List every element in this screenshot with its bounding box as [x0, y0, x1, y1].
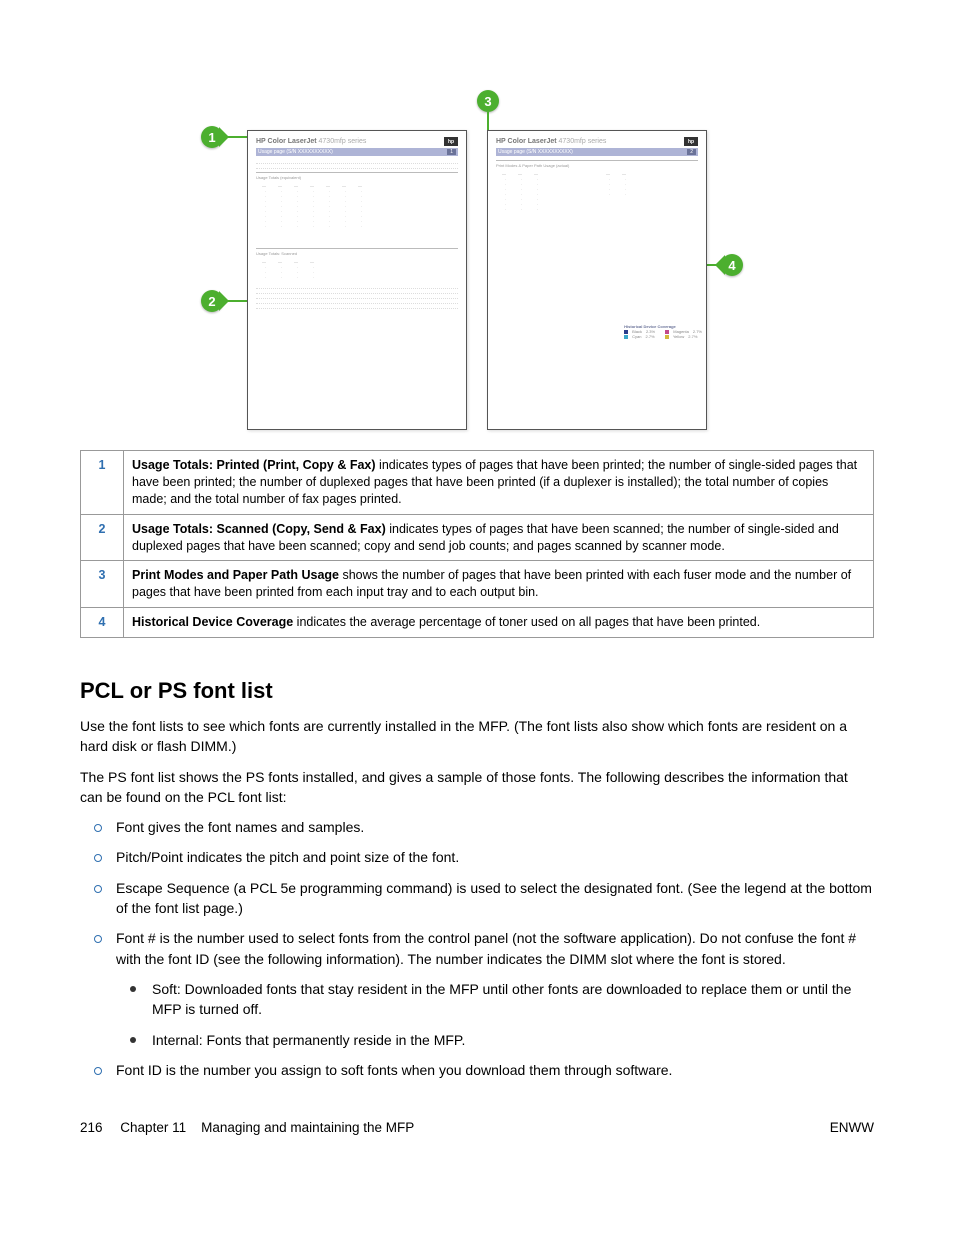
callout-4-label: 4	[728, 258, 735, 273]
ref-desc: Historical Device Coverage indicates the…	[124, 608, 874, 638]
ref-desc: Usage Totals: Scanned (Copy, Send & Fax)…	[124, 514, 874, 561]
sheet-model: 4730mfp series	[559, 138, 607, 145]
section-heading-pcl-ps-font-list: PCL or PS font list	[80, 678, 874, 704]
callout-3-label: 3	[484, 94, 491, 109]
callout-2-label: 2	[208, 294, 215, 309]
body-paragraph: Use the font lists to see which fonts ar…	[80, 716, 874, 757]
callout-1: 1	[201, 126, 223, 148]
footer-chapter: Chapter 11	[120, 1120, 186, 1135]
ref-num: 3	[81, 561, 124, 608]
sheet-page-number: 1	[447, 149, 456, 155]
sheet-section-print-modes: Print Modes & Paper Path Usage (actual)	[496, 160, 698, 168]
list-item: Internal: Fonts that permanently reside …	[116, 1030, 874, 1050]
list-item: Font # is the number used to select font…	[80, 928, 874, 1049]
list-item: Escape Sequence (a PCL 5e programming co…	[80, 878, 874, 919]
page-footer: 216 Chapter 11 Managing and maintaining …	[80, 1120, 874, 1135]
ref-num: 2	[81, 514, 124, 561]
sub-bullets: Soft: Downloaded fonts that stay residen…	[116, 979, 874, 1050]
usage-sheet-1: HP Color LaserJet 4730mfp series hp Usag…	[247, 130, 467, 430]
usage-page-figure: 3 1 2 4 HP Color LaserJet 4730mfp series…	[187, 90, 767, 440]
hp-logo-icon: hp	[684, 137, 698, 146]
table-row: 4 Historical Device Coverage indicates t…	[81, 608, 874, 638]
list-item: Pitch/Point indicates the pitch and poin…	[80, 847, 874, 867]
footer-chapter-title: Managing and maintaining the MFP	[201, 1120, 414, 1135]
sheet-page-number: 2	[687, 149, 696, 155]
sheet-bar-title: Usage page (S/N XXXXXXXXXX)	[498, 149, 573, 155]
sheet-model: 4730mfp series	[319, 138, 367, 145]
callout-1-label: 1	[208, 130, 215, 145]
list-item-text: Font # is the number used to select font…	[116, 930, 856, 966]
ref-desc: Usage Totals: Printed (Print, Copy & Fax…	[124, 451, 874, 515]
sheet-product-name: HP Color LaserJet	[256, 138, 317, 145]
callout-2: 2	[201, 290, 223, 312]
ref-desc: Print Modes and Paper Path Usage shows t…	[124, 561, 874, 608]
hp-logo-icon: hp	[444, 137, 458, 146]
sheet-product-name: HP Color LaserJet	[496, 138, 557, 145]
table-row: 2 Usage Totals: Scanned (Copy, Send & Fa…	[81, 514, 874, 561]
list-item: Soft: Downloaded fonts that stay residen…	[116, 979, 874, 1020]
callout-3: 3	[477, 90, 499, 112]
callout-4: 4	[721, 254, 743, 276]
sheet-bar-title: Usage page (S/N XXXXXXXXXX)	[258, 149, 333, 155]
font-list-bullets: Font gives the font names and samples. P…	[80, 817, 874, 1080]
historical-coverage-box: Historical Device Coverage Black2.3% Mag…	[624, 324, 702, 339]
callout-reference-table: 1 Usage Totals: Printed (Print, Copy & F…	[80, 450, 874, 638]
list-item: Font gives the font names and samples.	[80, 817, 874, 837]
footer-page-number: 216	[80, 1120, 103, 1135]
list-item: Font ID is the number you assign to soft…	[80, 1060, 874, 1080]
table-row: 3 Print Modes and Paper Path Usage shows…	[81, 561, 874, 608]
footer-right: ENWW	[830, 1120, 874, 1135]
ref-num: 1	[81, 451, 124, 515]
body-paragraph: The PS font list shows the PS fonts inst…	[80, 767, 874, 808]
sheet-section-usage-totals: Usage Totals (equivalent)	[256, 172, 458, 180]
ref-num: 4	[81, 608, 124, 638]
footer-left: 216 Chapter 11 Managing and maintaining …	[80, 1120, 414, 1135]
table-row: 1 Usage Totals: Printed (Print, Copy & F…	[81, 451, 874, 515]
usage-sheet-2: HP Color LaserJet 4730mfp series hp Usag…	[487, 130, 707, 430]
